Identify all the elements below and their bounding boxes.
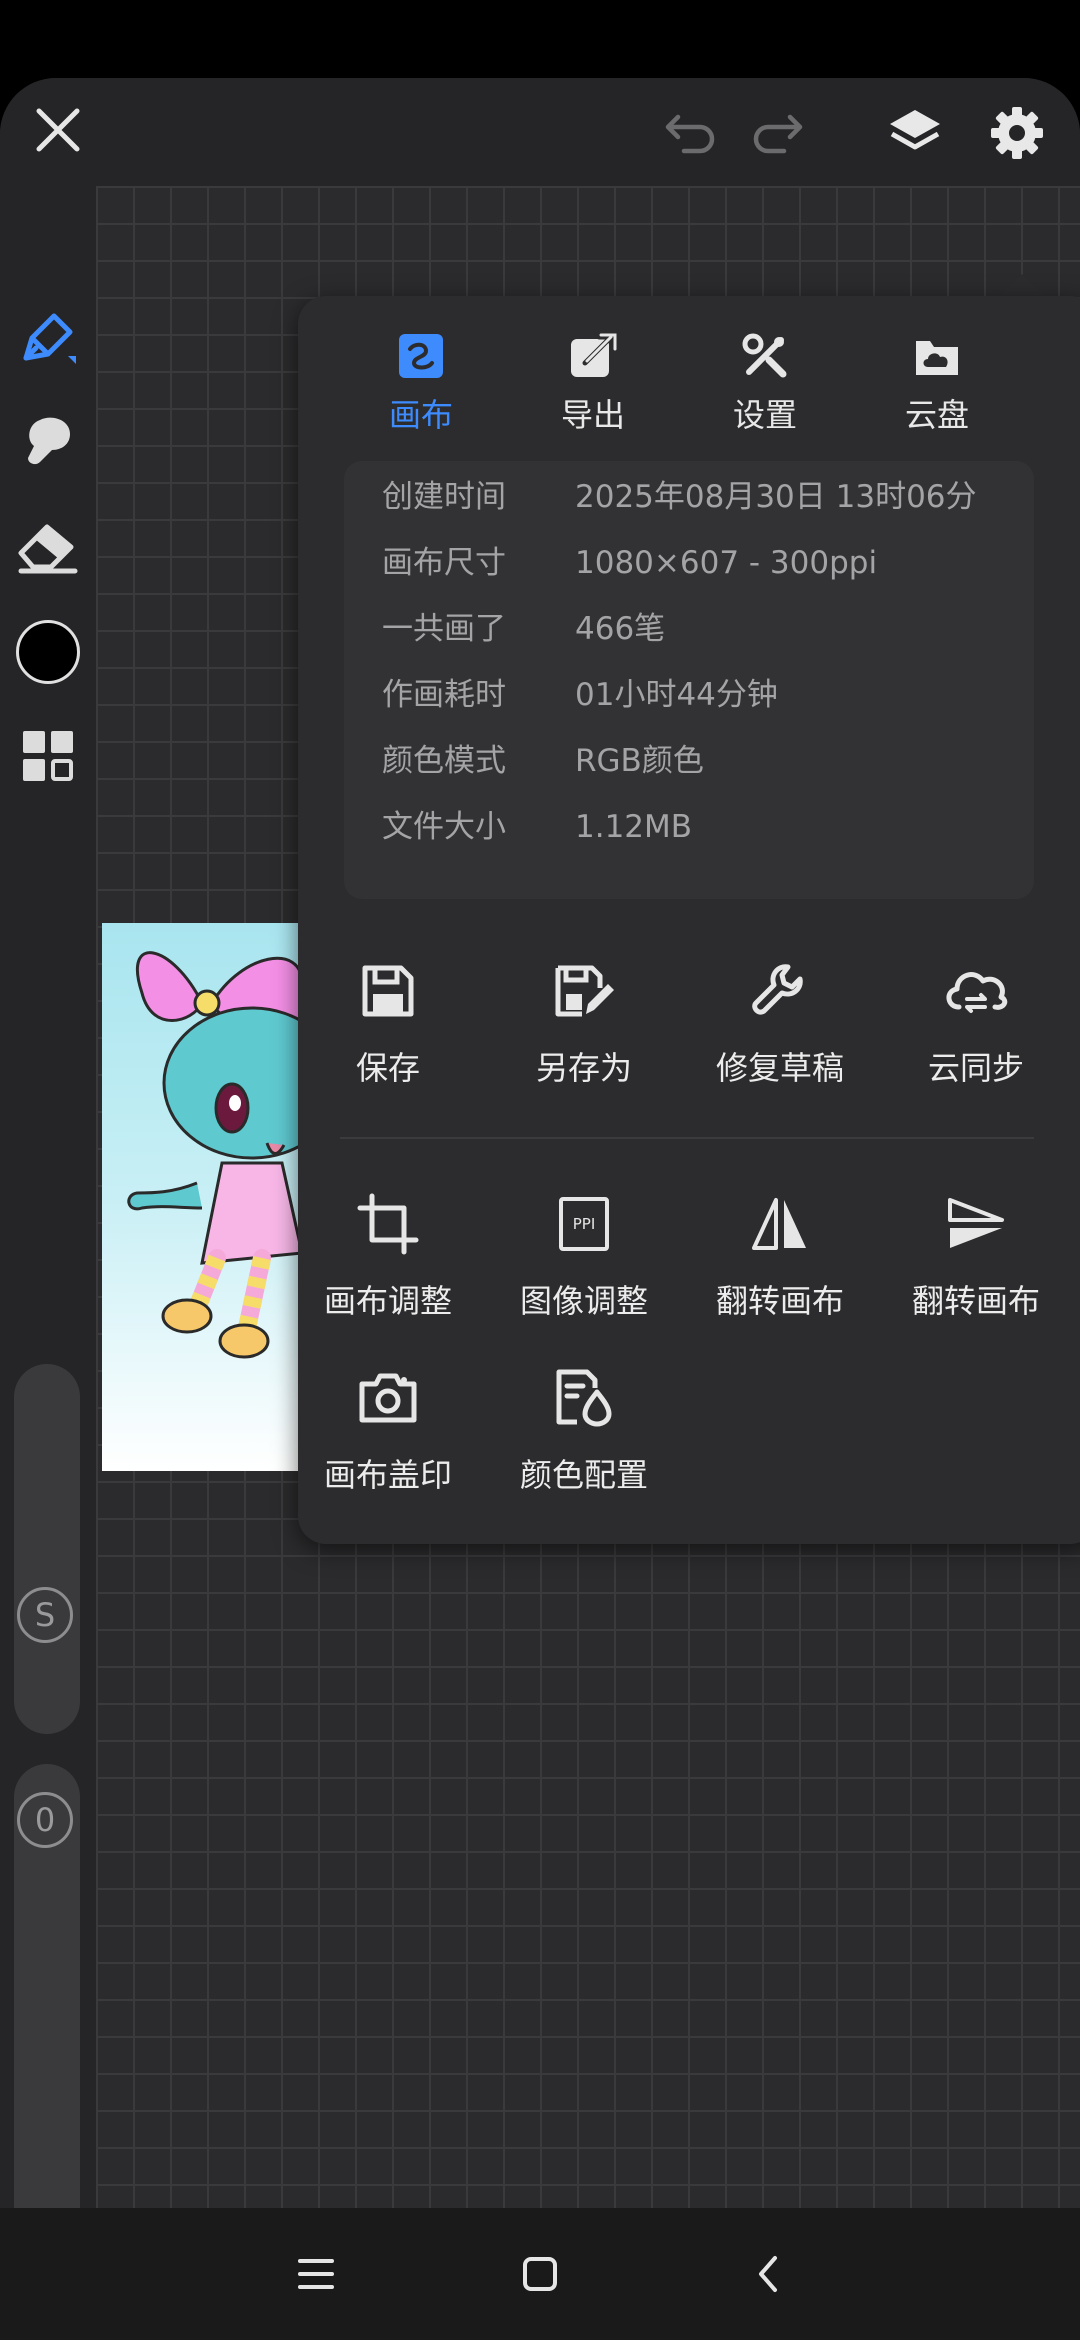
- info-key: 创建时间: [382, 479, 506, 515]
- info-value: 466笔: [575, 611, 666, 647]
- tab-cloud-drive[interactable]: 云盘: [872, 326, 1002, 446]
- home-icon[interactable]: [504, 2238, 576, 2310]
- flip-horizontal-icon: [690, 1184, 870, 1264]
- cloud-sync-button[interactable]: 云同步: [886, 951, 1066, 1101]
- repair-draft-button[interactable]: 修复草稿: [690, 951, 870, 1101]
- action-label: 翻转画布: [715, 1282, 844, 1320]
- action-label: 颜色配置: [519, 1456, 648, 1494]
- brush-size-handle[interactable]: S: [17, 1587, 73, 1643]
- canvas-info-box: 创建时间 2025年08月30日 13时06分 画布尺寸 1080×607 - …: [344, 461, 1034, 899]
- action-label: 保存: [355, 1049, 420, 1087]
- ppi-badge: PPI: [572, 1215, 596, 1233]
- system-navbar: [0, 2208, 1080, 2340]
- canvas-icon: [356, 326, 486, 386]
- drawing-app: S 0 画布 导出 设置 云盘 创建时间 2025年08月30日 13时06分 …: [0, 78, 1080, 2208]
- tab-canvas[interactable]: 画布: [356, 326, 486, 446]
- flip-vertical-icon: [886, 1184, 1066, 1264]
- camera-icon: [298, 1358, 478, 1438]
- settings-tools-icon: [700, 326, 830, 386]
- tab-label: 设置: [732, 396, 797, 434]
- action-label: 翻转画布: [911, 1282, 1040, 1320]
- action-label: 另存为: [535, 1049, 632, 1087]
- ppi-icon: PPI: [494, 1184, 674, 1264]
- brush-size-slider[interactable]: [14, 1364, 80, 1734]
- smudge-icon[interactable]: [14, 406, 82, 474]
- canvas-stamp-button[interactable]: 画布盖印: [298, 1358, 478, 1508]
- canvas-settings-panel: 画布 导出 设置 云盘 创建时间 2025年08月30日 13时06分 画布尺寸…: [298, 296, 1080, 1544]
- color-swatch[interactable]: [14, 618, 82, 686]
- flip-canvas-horizontal-button[interactable]: 翻转画布: [690, 1184, 870, 1334]
- info-value: 1080×607 - 300ppi: [575, 545, 878, 581]
- color-config-icon: [494, 1358, 674, 1438]
- crop-icon: [298, 1184, 478, 1264]
- tab-label: 画布: [388, 396, 453, 434]
- layers-icon[interactable]: [882, 100, 948, 166]
- menu-icon[interactable]: [280, 2238, 352, 2310]
- info-key: 文件大小: [382, 809, 506, 845]
- top-toolbar: [0, 78, 1080, 186]
- info-key: 颜色模式: [382, 743, 506, 779]
- artwork-canvas[interactable]: [102, 923, 302, 1471]
- export-icon: [528, 326, 658, 386]
- divider: [340, 1137, 1034, 1139]
- info-value: RGB颜色: [575, 743, 704, 779]
- action-label: 云同步: [927, 1049, 1024, 1087]
- grid-menu-icon[interactable]: [14, 722, 82, 790]
- back-icon[interactable]: [732, 2238, 804, 2310]
- info-key: 画布尺寸: [382, 545, 506, 581]
- color-config-button[interactable]: 颜色配置: [494, 1358, 674, 1508]
- cloud-sync-icon: [886, 951, 1066, 1031]
- eraser-icon[interactable]: [14, 512, 82, 580]
- panel-pointer: [1000, 274, 1044, 296]
- cloud-drive-icon: [872, 326, 1002, 386]
- tab-settings[interactable]: 设置: [700, 326, 830, 446]
- tab-export[interactable]: 导出: [528, 326, 658, 446]
- save-button[interactable]: 保存: [298, 951, 478, 1101]
- brush-pen-icon[interactable]: [14, 304, 82, 372]
- action-label: 画布盖印: [323, 1456, 452, 1494]
- undo-icon[interactable]: [660, 104, 720, 160]
- save-as-button[interactable]: 另存为: [494, 951, 674, 1101]
- action-label: 修复草稿: [715, 1049, 844, 1087]
- opacity-handle[interactable]: 0: [17, 1792, 73, 1848]
- info-value: 2025年08月30日 13时06分: [575, 479, 977, 515]
- left-toolbar: S 0: [0, 186, 96, 2208]
- gear-icon[interactable]: [984, 100, 1050, 166]
- info-value: 01小时44分钟: [575, 677, 778, 713]
- action-label: 画布调整: [323, 1282, 452, 1320]
- action-label: 图像调整: [519, 1282, 648, 1320]
- tab-label: 云盘: [904, 396, 969, 434]
- redo-icon[interactable]: [748, 104, 808, 160]
- flip-canvas-vertical-button[interactable]: 翻转画布: [886, 1184, 1066, 1334]
- tab-label: 导出: [560, 396, 625, 434]
- canvas-adjust-button[interactable]: 画布调整: [298, 1184, 478, 1334]
- info-key: 作画耗时: [382, 677, 506, 713]
- image-adjust-button[interactable]: PPI 图像调整: [494, 1184, 674, 1334]
- wrench-icon: [690, 951, 870, 1031]
- info-key: 一共画了: [382, 611, 506, 647]
- save-icon: [298, 951, 478, 1031]
- save-as-icon: [494, 951, 674, 1031]
- close-icon[interactable]: [28, 100, 88, 160]
- info-value: 1.12MB: [575, 809, 693, 845]
